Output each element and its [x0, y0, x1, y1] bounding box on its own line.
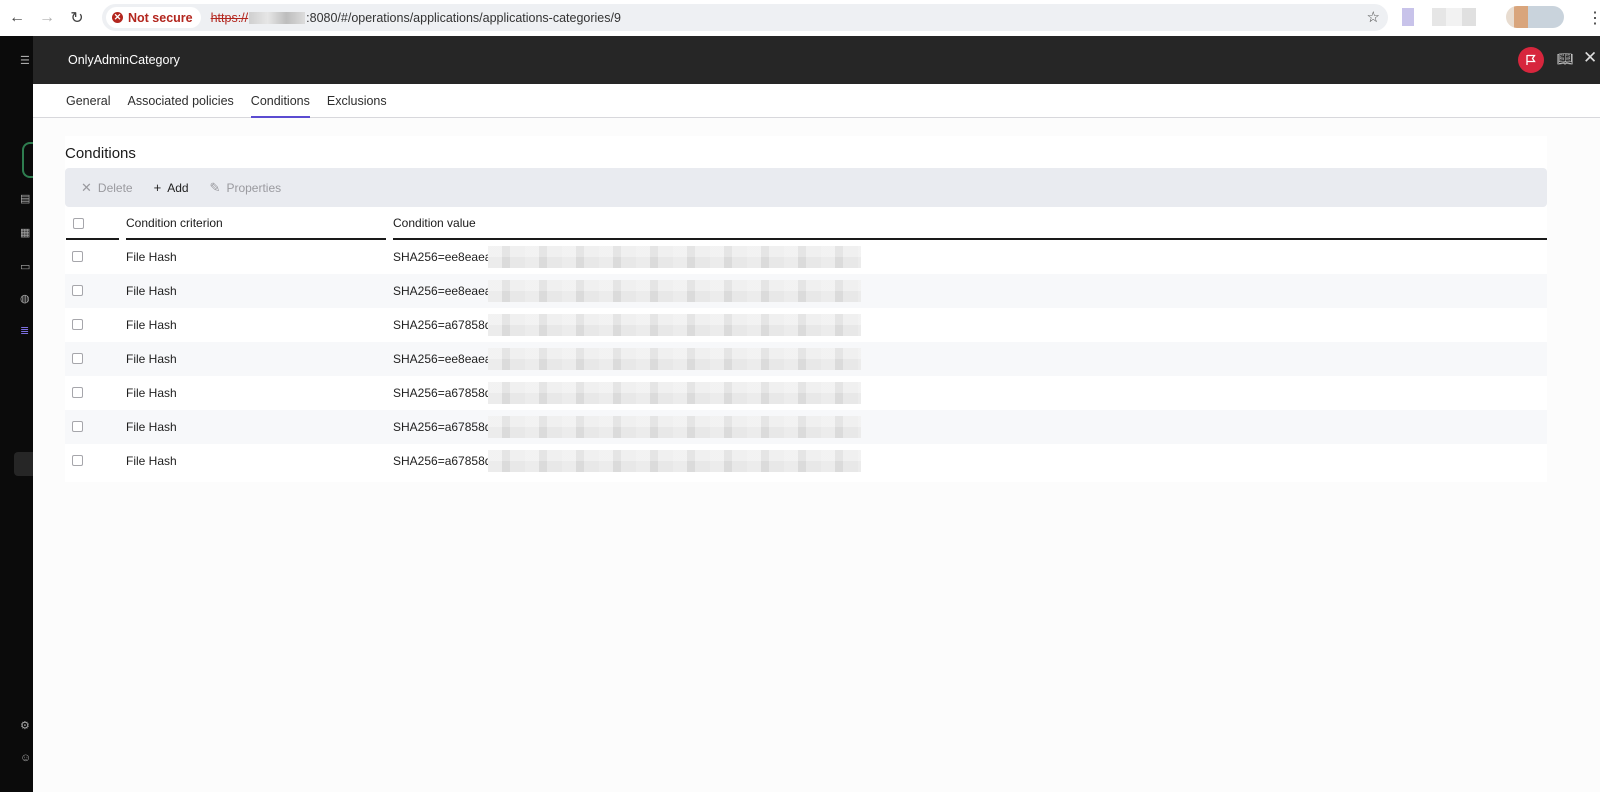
row-checkbox[interactable]	[72, 353, 83, 364]
select-all-checkbox[interactable]	[73, 218, 84, 229]
criterion-cell: File Hash	[126, 250, 177, 264]
url-scheme: https://	[210, 10, 249, 25]
flag-icon	[1526, 54, 1536, 65]
profile-avatar[interactable]	[1506, 6, 1564, 28]
conditions-toolbar: ✕ Delete + Add ✎ Properties	[65, 168, 1547, 207]
criterion-cell: File Hash	[126, 284, 177, 298]
url-host-redacted	[249, 11, 306, 24]
add-label: Add	[167, 180, 189, 195]
row-checkbox[interactable]	[72, 251, 83, 262]
security-chip[interactable]: ✕ Not secure	[106, 7, 201, 28]
extensions-area[interactable]	[1402, 8, 1484, 26]
close-icon: ✕	[81, 179, 92, 195]
value-cell: SHA256=ee8eaea	[393, 352, 492, 366]
tab-general[interactable]: General	[66, 84, 110, 117]
redacted-hash	[488, 246, 861, 268]
value-cell: SHA256=a67858d	[393, 318, 492, 332]
drawer-title: OnlyAdminCategory	[68, 53, 180, 67]
row-checkbox[interactable]	[72, 319, 83, 330]
browser-toolbar: ← → ↻ ✕ Not secure https:// :8080/#/oper…	[0, 0, 1600, 36]
row-checkbox[interactable]	[72, 455, 83, 466]
app-sidebar: ☰ ▤ ▦ ▭ ◍ ≣ ⚙ ☺	[0, 36, 36, 792]
table-row[interactable]: File Hash SHA256=ee8eaea	[65, 240, 1547, 274]
back-icon[interactable]: ←	[4, 5, 30, 31]
criterion-cell: File Hash	[126, 318, 177, 332]
tab-conditions[interactable]: Conditions	[250, 84, 310, 118]
redacted-hash	[488, 314, 861, 336]
users-icon[interactable]: ◍	[20, 292, 32, 304]
operations-icon[interactable]: ≣	[20, 324, 32, 336]
pencil-icon: ✎	[209, 179, 221, 195]
table-header: Condition criterion Condition value	[65, 207, 1547, 240]
criterion-cell: File Hash	[126, 386, 177, 400]
reload-icon[interactable]: ↻	[64, 5, 90, 31]
category-drawer: OnlyAdminCategory 📖︎ ✕ General Associate…	[33, 36, 1600, 792]
value-cell: SHA256=a67858d	[393, 386, 492, 400]
row-checkbox[interactable]	[72, 285, 83, 296]
conditions-table: Condition criterion Condition value File…	[65, 207, 1547, 478]
header-select-cell	[66, 207, 119, 240]
monitor-icon[interactable]: ▭	[20, 260, 32, 272]
table-body: File Hash SHA256=ee8eaea File Hash SHA256=e…	[65, 240, 1547, 478]
tab-associated-policies[interactable]: Associated policies	[127, 84, 233, 117]
properties-button[interactable]: ✎ Properties	[210, 180, 282, 196]
conditions-panel: Conditions ✕ Delete + Add ✎ Properties C…	[65, 136, 1547, 482]
redacted-hash	[488, 348, 861, 370]
column-header-value[interactable]: Condition value	[393, 207, 1547, 240]
apps-grid-icon[interactable]: ▦	[20, 226, 32, 238]
drawer-tabs: General Associated policies Conditions E…	[33, 84, 1600, 118]
drawer-header: OnlyAdminCategory 📖︎ ✕	[33, 36, 1600, 84]
settings-sliders-icon[interactable]: ⚙	[20, 719, 32, 731]
sidebar-selected-item[interactable]	[14, 452, 33, 476]
table-row[interactable]: File Hash SHA256=a67858d	[65, 308, 1547, 342]
row-checkbox[interactable]	[72, 387, 83, 398]
browser-menu-icon[interactable]: ⋮	[1587, 8, 1600, 28]
tab-exclusions[interactable]: Exclusions	[327, 84, 387, 117]
value-cell: SHA256=a67858d	[393, 454, 492, 468]
hamburger-menu-icon[interactable]: ☰	[20, 54, 32, 66]
bookmark-star-icon[interactable]: ☆	[1367, 8, 1380, 26]
book-icon[interactable]: 📖︎	[1557, 51, 1574, 67]
plus-icon: +	[153, 180, 162, 195]
redacted-hash	[488, 416, 861, 438]
criterion-cell: File Hash	[126, 352, 177, 366]
dashboard-icon[interactable]: ▤	[20, 192, 32, 204]
table-row[interactable]: File Hash SHA256=a67858d	[65, 410, 1547, 444]
section-title: Conditions	[65, 145, 136, 162]
url-path: :8080/#/operations/applications/applicat…	[306, 10, 621, 25]
add-button[interactable]: + Add	[154, 180, 189, 195]
value-cell: SHA256=ee8eaea	[393, 284, 492, 298]
close-icon[interactable]: ✕	[1583, 48, 1597, 68]
delete-label: Delete	[97, 180, 133, 195]
redacted-hash	[488, 280, 861, 302]
security-label: Not secure	[128, 10, 193, 25]
forward-icon[interactable]: →	[34, 5, 60, 31]
properties-label: Properties	[226, 180, 282, 195]
warning-icon: ✕	[112, 12, 123, 23]
criterion-cell: File Hash	[126, 420, 177, 434]
column-header-criterion[interactable]: Condition criterion	[126, 207, 386, 240]
address-bar[interactable]: ✕ Not secure https:// :8080/#/operations…	[102, 4, 1388, 31]
table-row[interactable]: File Hash SHA256=a67858d	[65, 444, 1547, 478]
delete-button[interactable]: ✕ Delete	[81, 180, 133, 196]
redacted-hash	[488, 450, 861, 472]
account-icon[interactable]: ☺	[20, 752, 32, 764]
row-checkbox[interactable]	[72, 421, 83, 432]
table-row[interactable]: File Hash SHA256=ee8eaea	[65, 274, 1547, 308]
value-cell: SHA256=a67858d	[393, 420, 492, 434]
flag-button[interactable]	[1518, 47, 1544, 73]
table-row[interactable]: File Hash SHA256=ee8eaea	[65, 342, 1547, 376]
redacted-hash	[488, 382, 861, 404]
criterion-cell: File Hash	[126, 454, 177, 468]
value-cell: SHA256=ee8eaea	[393, 250, 492, 264]
table-row[interactable]: File Hash SHA256=a67858d	[65, 376, 1547, 410]
